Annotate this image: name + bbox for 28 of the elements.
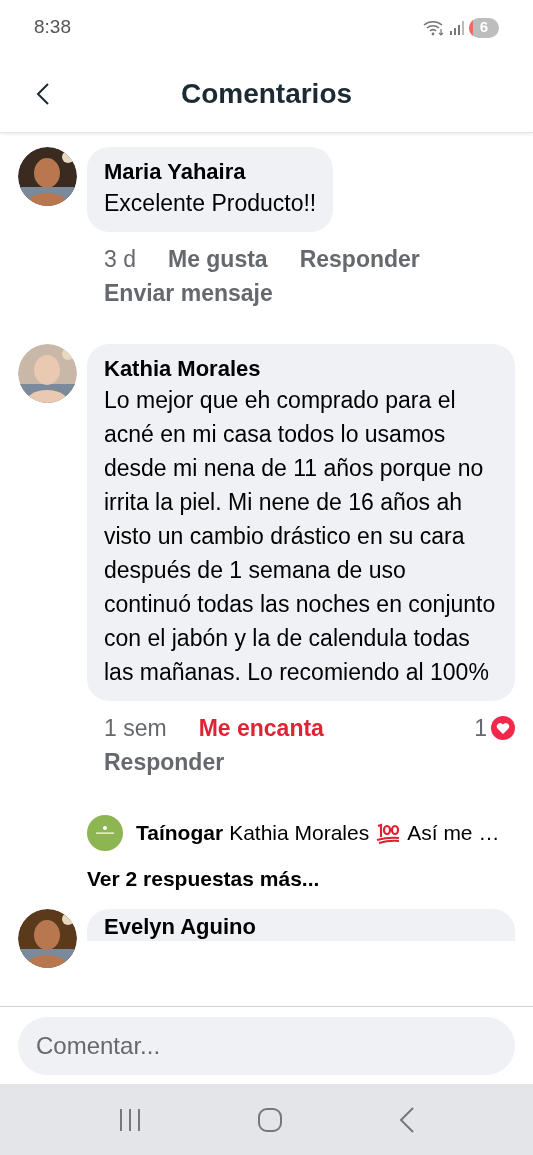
comment-time: 3 d xyxy=(104,245,136,274)
comment-field[interactable]: Comentar... xyxy=(18,1016,515,1075)
more-replies-link[interactable]: Ver 2 respuestas más... xyxy=(87,863,515,895)
wifi-icon xyxy=(423,19,445,36)
comment-text: Lo mejor que eh comprado para el acné en mi casa todos lo usamos desde mi nena de 11 años porque no irrita la piel. Mi nene de 16 años ah visto un cambio drástico en su cara después de 1 semana de uso continuó todas las noches en conjunto con el jabón y la de calendula todas las mañanas. Lo recomiendo al 100% xyxy=(104,386,497,687)
home-icon[interactable] xyxy=(257,1106,284,1133)
battery-indicator: 6 xyxy=(469,17,499,38)
comment-author[interactable]: Kathia Morales xyxy=(104,355,498,383)
signal-icon xyxy=(450,20,464,35)
reply-link[interactable]: Responder xyxy=(104,745,225,779)
recent-apps-icon[interactable] xyxy=(117,1107,142,1132)
back-icon[interactable] xyxy=(36,82,50,105)
hundred-points-icon xyxy=(375,822,402,844)
reply-text: Así me … xyxy=(407,820,500,847)
reply-text: Kathia Morales xyxy=(229,820,370,847)
comment-time: 1 sem xyxy=(104,714,167,743)
message-link[interactable]: Enviar mensaje xyxy=(104,276,273,310)
reply-author[interactable]: Taínogar xyxy=(136,817,224,849)
logo-icon xyxy=(87,815,123,851)
like-link[interactable]: Me gusta xyxy=(168,242,268,276)
like-link[interactable]: Me encanta xyxy=(198,711,324,745)
comment-author[interactable]: Maria Yahaira xyxy=(104,158,317,186)
reaction-count: 1 xyxy=(474,714,487,743)
status-time: 8:38 xyxy=(34,15,71,40)
reply-link[interactable]: Responder xyxy=(299,242,420,276)
comment-text: Excelente Producto!! xyxy=(104,189,317,218)
page-title: Comentarios xyxy=(180,76,353,111)
comment-author[interactable]: Evelyn Aguino xyxy=(104,912,498,941)
